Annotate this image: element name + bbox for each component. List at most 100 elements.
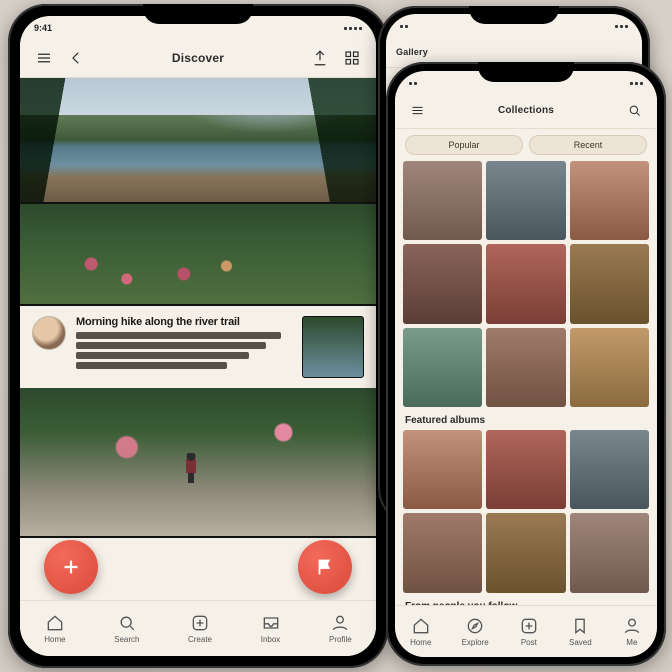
feed-image-garden[interactable]	[20, 204, 376, 306]
user-icon	[330, 613, 350, 633]
content[interactable]: Popular Recent Featured albums	[395, 129, 657, 605]
post-text-line	[76, 352, 249, 359]
notch	[143, 4, 253, 24]
tab-me[interactable]: Me	[622, 616, 642, 647]
section-header: From people you follow	[395, 593, 657, 605]
tab-home[interactable]: Home	[410, 616, 431, 647]
feed-image-river[interactable]	[20, 78, 376, 204]
search-icon	[627, 103, 642, 118]
post-text-line	[76, 362, 227, 369]
feed-image-path[interactable]	[20, 388, 376, 538]
grid-item[interactable]	[403, 328, 482, 407]
search-icon	[117, 613, 137, 633]
tab-profile[interactable]: Profile	[329, 613, 352, 644]
plus-icon	[190, 613, 210, 633]
menu-button[interactable]	[32, 46, 56, 70]
feed-post[interactable]: Morning hike along the river trail	[20, 306, 376, 388]
chip-popular[interactable]: Popular	[405, 135, 523, 155]
chip-recent[interactable]: Recent	[529, 135, 647, 155]
phone-left-screen: 9:41 Discover	[20, 16, 376, 656]
user-icon	[622, 616, 642, 636]
tab-inbox[interactable]: Inbox	[261, 613, 281, 644]
tab-label: Saved	[569, 638, 592, 647]
status-indicators	[400, 25, 408, 28]
grid-item[interactable]	[570, 430, 649, 509]
grid-button[interactable]	[340, 46, 364, 70]
search-button[interactable]	[625, 101, 645, 121]
filter-chips: Popular Recent	[395, 129, 657, 161]
back-button[interactable]	[64, 46, 88, 70]
post-body: Morning hike along the river trail	[76, 316, 292, 378]
tab-label: Inbox	[261, 635, 281, 644]
topbar: Discover	[20, 38, 376, 78]
feed[interactable]: Morning hike along the river trail	[20, 78, 376, 600]
home-icon	[411, 616, 431, 636]
phone-left: 9:41 Discover	[8, 4, 388, 668]
phone-right-front-screen: Collections Popular Recent Featur	[395, 71, 657, 657]
grid-item[interactable]	[486, 430, 565, 509]
tab-label: Explore	[462, 638, 489, 647]
post-thumbnail[interactable]	[302, 316, 364, 378]
tab-label: Profile	[329, 635, 352, 644]
menu-icon	[35, 49, 53, 67]
tab-search[interactable]: Search	[114, 613, 139, 644]
tab-explore[interactable]: Explore	[462, 616, 489, 647]
section-header: Featured albums	[395, 407, 657, 430]
page-title: Gallery	[396, 47, 428, 57]
avatar[interactable]	[32, 316, 66, 350]
plus-icon	[60, 556, 82, 578]
grid-item[interactable]	[403, 513, 482, 592]
plus-icon	[519, 616, 539, 636]
bookmark-icon	[570, 616, 590, 636]
grid-item[interactable]	[570, 328, 649, 407]
home-icon	[45, 613, 65, 633]
tabbar: Home Explore Post Saved Me	[395, 605, 657, 657]
fab-add[interactable]	[44, 540, 98, 594]
grid-item[interactable]	[486, 513, 565, 592]
menu-button[interactable]	[407, 101, 427, 121]
page-title: Discover	[172, 51, 224, 65]
grid-icon	[343, 49, 361, 67]
status-time: 9:41	[34, 23, 52, 33]
grid-item[interactable]	[570, 244, 649, 323]
grid-item[interactable]	[403, 430, 482, 509]
grid-item[interactable]	[486, 244, 565, 323]
share-icon	[311, 49, 329, 67]
tabbar: Home Search Create Inbox Profile	[20, 600, 376, 656]
grid-item[interactable]	[403, 161, 482, 240]
grid-item[interactable]	[570, 161, 649, 240]
compass-icon	[465, 616, 485, 636]
fab-action[interactable]	[298, 540, 352, 594]
grid-item[interactable]	[486, 161, 565, 240]
image-grid-2	[395, 430, 657, 593]
tab-label: Create	[188, 635, 212, 644]
status-indicators	[630, 82, 643, 85]
grid-item[interactable]	[570, 513, 649, 592]
tab-label: Me	[626, 638, 637, 647]
status-indicators	[409, 82, 417, 85]
post-text-line	[76, 342, 266, 349]
post-text-line	[76, 332, 281, 339]
notch	[478, 62, 574, 82]
share-button[interactable]	[308, 46, 332, 70]
tab-label: Post	[521, 638, 537, 647]
inbox-icon	[261, 613, 281, 633]
phone-right-front: Collections Popular Recent Featur	[386, 62, 666, 666]
tab-label: Home	[410, 638, 431, 647]
menu-icon	[410, 103, 425, 118]
flag-icon	[314, 556, 336, 578]
grid-item[interactable]	[486, 328, 565, 407]
topbar: Collections	[395, 93, 657, 129]
notch	[469, 6, 559, 24]
image-grid	[395, 161, 657, 407]
grid-item[interactable]	[403, 244, 482, 323]
tab-saved[interactable]: Saved	[569, 616, 592, 647]
tab-home[interactable]: Home	[44, 613, 65, 644]
status-indicators	[615, 25, 628, 28]
tab-label: Home	[44, 635, 65, 644]
tab-create[interactable]: Create	[188, 613, 212, 644]
tab-post[interactable]: Post	[519, 616, 539, 647]
tab-label: Search	[114, 635, 139, 644]
page-title: Collections	[498, 105, 554, 116]
status-indicators	[344, 27, 362, 30]
